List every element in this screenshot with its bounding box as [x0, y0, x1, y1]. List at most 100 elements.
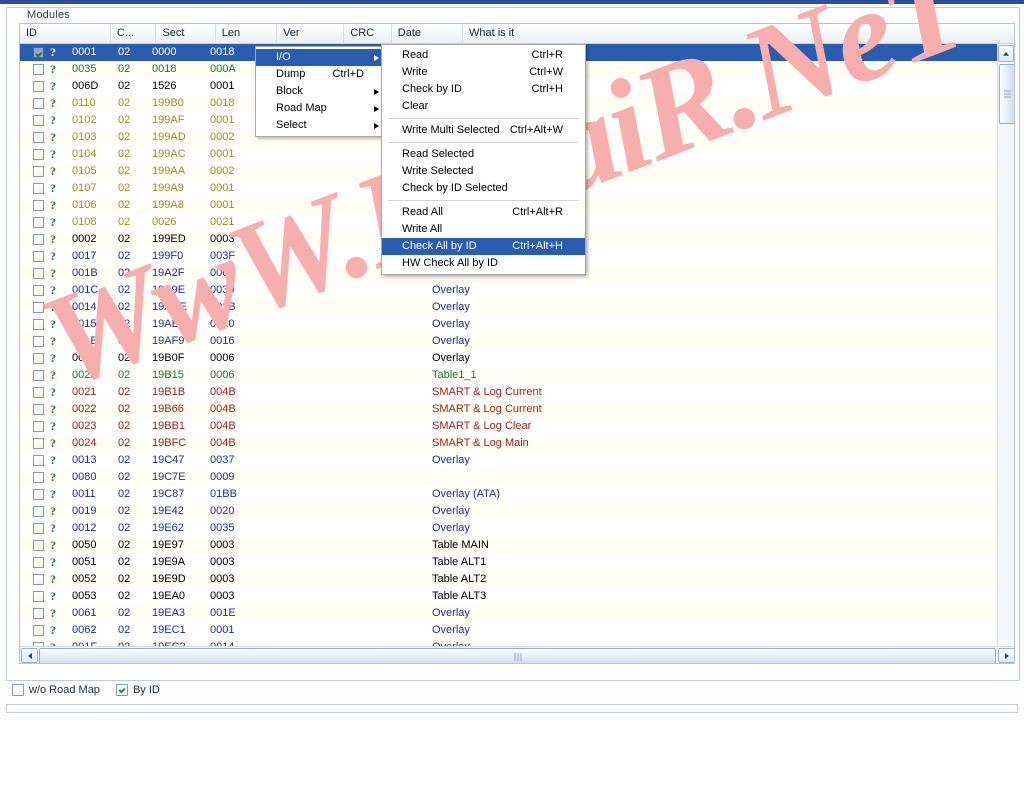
row-checkbox[interactable] [20, 622, 50, 639]
scroll-up-button[interactable] [998, 45, 1014, 62]
menu-item-accelerator: Ctrl+Alt+R [512, 206, 563, 218]
row-checkbox[interactable] [20, 452, 50, 469]
context-menu-item[interactable]: Select [256, 117, 386, 134]
table-row[interactable]: ? 0061 02 19EA3 001E Overlay [20, 605, 999, 622]
row-checkbox[interactable] [20, 605, 50, 622]
row-checkbox[interactable] [20, 588, 50, 605]
row-checkbox[interactable] [20, 537, 50, 554]
row-checkbox[interactable] [20, 231, 50, 248]
context-submenu-item[interactable]: Check by ID Selected [382, 180, 585, 197]
option-checkbox-by-id[interactable]: By ID [115, 684, 160, 696]
context-menu[interactable]: I/O Dump Ctrl+D Block Road Map Select [255, 46, 387, 137]
row-checkbox[interactable] [20, 112, 50, 129]
column-header-id[interactable]: ID [20, 24, 111, 44]
table-row[interactable]: ? 001C 02 19A9E 0030 Overlay [20, 282, 999, 299]
row-checkbox[interactable] [20, 146, 50, 163]
table-row[interactable]: ? 001E 02 19AF9 0016 Overlay [20, 333, 999, 350]
cell-len: 0009 [210, 471, 235, 483]
row-checkbox[interactable] [20, 486, 50, 503]
context-submenu-item[interactable]: Write Ctrl+W [382, 64, 585, 81]
context-menu-item[interactable]: Dump Ctrl+D [256, 66, 386, 83]
cell-len: 004B [210, 420, 236, 432]
context-submenu-item[interactable]: Read Ctrl+R [382, 47, 585, 64]
cell-id: 0011 [72, 488, 96, 500]
scroll-right-button[interactable] [998, 648, 1014, 663]
option-checkbox-wo-road-map[interactable]: w/o Road Map [12, 684, 100, 696]
row-checkbox[interactable] [20, 333, 50, 350]
column-header-crc[interactable]: CRC [344, 24, 392, 44]
row-checkbox[interactable] [20, 78, 50, 95]
cell-ver [252, 486, 314, 503]
row-checkbox[interactable] [20, 469, 50, 486]
context-submenu-item[interactable]: Read All Ctrl+Alt+R [382, 204, 585, 221]
table-row[interactable]: ? 0062 02 19EC1 0001 Overlay [20, 622, 999, 639]
chevron-left-icon [27, 652, 32, 659]
vertical-scroll-thumb[interactable] [999, 64, 1014, 124]
table-row[interactable]: ? 0014 02 19ACE 001B Overlay [20, 299, 999, 316]
table-row[interactable]: ? 002F 02 19B0F 0006 Overlay [20, 350, 999, 367]
row-checkbox[interactable] [20, 129, 50, 146]
horizontal-scroll-thumb[interactable] [39, 648, 996, 663]
column-header-ver[interactable]: Ver [277, 24, 345, 44]
row-checkbox[interactable] [20, 248, 50, 265]
row-checkbox[interactable] [20, 554, 50, 571]
table-row[interactable]: ? 002A 02 19B15 0006 Table1_1 [20, 367, 999, 384]
column-header-len[interactable]: Len [216, 24, 278, 44]
context-submenu-item[interactable]: Write All [382, 221, 585, 238]
column-header-what[interactable]: What is it [463, 24, 1014, 44]
context-submenu-item[interactable]: Read Selected [382, 146, 585, 163]
context-menu-item[interactable]: Road Map [256, 100, 386, 117]
cell-what: SMART & Log Main [432, 437, 529, 449]
table-row[interactable]: ? 0080 02 19C7E 0009 [20, 469, 999, 486]
context-submenu-io[interactable]: Read Ctrl+R Write Ctrl+W Check by ID Ctrl+H Cl… [381, 44, 586, 275]
table-row[interactable]: ? 0051 02 19E9A 0003 Table ALT1 [20, 554, 999, 571]
row-checkbox[interactable] [20, 367, 50, 384]
table-row[interactable]: ? 0011 02 19C87 01BB Overlay (ATA) [20, 486, 999, 503]
table-row[interactable]: ? 0012 02 19E62 0035 Overlay [20, 520, 999, 537]
table-row[interactable]: ? 0021 02 19B1B 004B SMART & Log Current [20, 384, 999, 401]
row-checkbox[interactable] [20, 282, 50, 299]
column-header-c[interactable]: C... [111, 24, 157, 44]
table-row[interactable]: ? 0015 02 19AE9 0010 Overlay [20, 316, 999, 333]
table-row[interactable]: ? 0023 02 19BB1 004B SMART & Log Clear [20, 418, 999, 435]
context-menu-item[interactable]: Block [256, 83, 386, 100]
column-header-sect[interactable]: Sect [156, 24, 216, 44]
table-row[interactable]: ? 0050 02 19E97 0003 Table MAIN [20, 537, 999, 554]
scroll-left-button[interactable] [21, 648, 38, 663]
row-checkbox[interactable] [20, 214, 50, 231]
vertical-scrollbar[interactable] [997, 44, 1014, 663]
context-submenu-item[interactable]: Check All by ID Ctrl+Alt+H [382, 238, 585, 255]
row-checkbox[interactable] [20, 384, 50, 401]
row-checkbox[interactable] [20, 435, 50, 452]
cell-crc [314, 571, 360, 588]
row-checkbox[interactable] [20, 401, 50, 418]
row-checkbox[interactable] [20, 180, 50, 197]
context-submenu-item[interactable]: Clear [382, 98, 585, 115]
row-checkbox[interactable] [20, 61, 50, 78]
table-row[interactable]: ? 0013 02 19C47 0037 Overlay [20, 452, 999, 469]
table-row[interactable]: ? 0024 02 19BFC 004B SMART & Log Main [20, 435, 999, 452]
row-checkbox[interactable] [20, 350, 50, 367]
row-checkbox[interactable] [20, 418, 50, 435]
row-checkbox[interactable] [20, 503, 50, 520]
context-submenu-item[interactable]: Write Multi Selected Ctrl+Alt+W [382, 122, 585, 139]
table-row[interactable]: ? 0022 02 19B66 004B SMART & Log Current [20, 401, 999, 418]
table-row[interactable]: ? 0019 02 19E42 0020 Overlay [20, 503, 999, 520]
horizontal-scrollbar[interactable] [20, 646, 1014, 663]
context-submenu-item[interactable]: HW Check All by ID [382, 255, 585, 272]
context-menu-item[interactable]: I/O [256, 49, 386, 66]
row-checkbox[interactable] [20, 316, 50, 333]
row-checkbox[interactable] [20, 95, 50, 112]
context-submenu-item[interactable]: Check by ID Ctrl+H [382, 81, 585, 98]
row-checkbox[interactable] [20, 44, 50, 61]
table-row[interactable]: ? 0052 02 19E9D 0003 Table ALT2 [20, 571, 999, 588]
row-checkbox[interactable] [20, 299, 50, 316]
column-header-date[interactable]: Date [392, 24, 463, 44]
row-checkbox[interactable] [20, 571, 50, 588]
row-checkbox[interactable] [20, 197, 50, 214]
context-submenu-item[interactable]: Write Selected [382, 163, 585, 180]
table-row[interactable]: ? 0053 02 19EA0 0003 Table ALT3 [20, 588, 999, 605]
row-checkbox[interactable] [20, 520, 50, 537]
row-checkbox[interactable] [20, 265, 50, 282]
row-checkbox[interactable] [20, 163, 50, 180]
